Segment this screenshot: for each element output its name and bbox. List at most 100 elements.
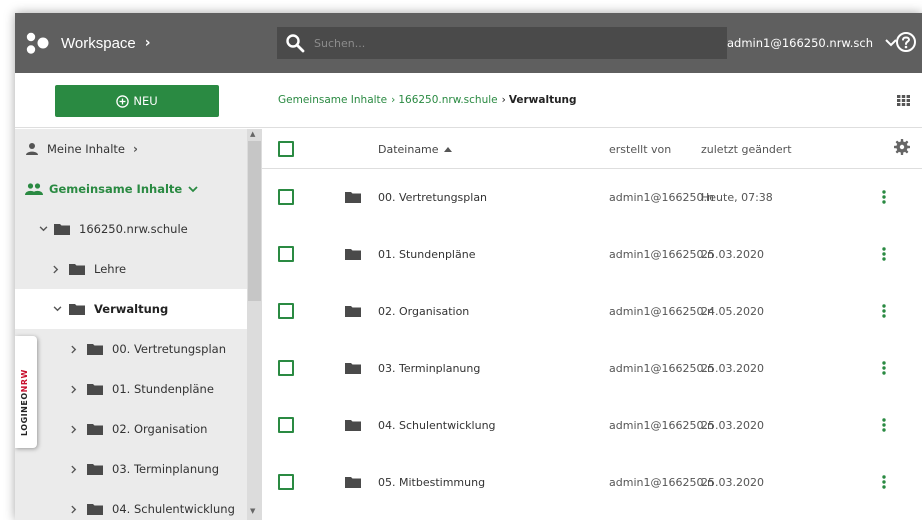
row-name[interactable]: 05. Mitbestimmung bbox=[378, 454, 485, 510]
row-name[interactable]: 01. Stundenpläne bbox=[378, 226, 475, 282]
file-table-body: 00. Vertretungsplan admin1@166250.n Heut… bbox=[262, 169, 922, 520]
breadcrumb-current: Verwaltung bbox=[508, 94, 577, 106]
workspace-logo-icon bbox=[26, 32, 49, 54]
folder-icon bbox=[87, 344, 103, 355]
kebab-menu-icon[interactable] bbox=[882, 361, 886, 375]
table-row[interactable]: 03. Terminplanung admin1@166250.n 25.03.… bbox=[262, 340, 922, 396]
new-button-label: NEU bbox=[133, 94, 158, 108]
scroll-down-icon[interactable]: ▼ bbox=[250, 507, 255, 515]
row-modified: 25.03.2020 bbox=[701, 418, 764, 432]
row-checkbox[interactable] bbox=[278, 474, 294, 490]
row-checkbox[interactable] bbox=[278, 360, 294, 376]
kebab-menu-icon[interactable] bbox=[882, 304, 886, 318]
chevron-right-icon: › bbox=[144, 35, 151, 51]
tree-item-label: 03. Terminplanung bbox=[112, 462, 220, 476]
row-creator: admin1@166250.n bbox=[609, 418, 714, 432]
row-modified: 25.03.2020 bbox=[701, 247, 764, 261]
tree-item-organisation[interactable]: 02. Organisation bbox=[15, 409, 247, 449]
row-modified: 25.03.2020 bbox=[701, 361, 764, 375]
tree-item-schulentwicklung[interactable]: 04. Schulentwicklung bbox=[15, 489, 247, 520]
folder-sidebar: Meine Inhalte › Gemeinsame Inhalte 16625… bbox=[15, 129, 262, 520]
search-bar bbox=[277, 27, 727, 59]
tree-item-label: Verwaltung bbox=[94, 302, 169, 316]
row-checkbox[interactable] bbox=[278, 189, 294, 205]
table-row[interactable]: 05. Mitbestimmung admin1@166250.n 25.03.… bbox=[262, 454, 922, 510]
chevron-right-icon bbox=[71, 505, 77, 513]
user-menu[interactable]: admin1@166250.nrw.sch bbox=[727, 27, 899, 59]
row-creator: admin1@166250.n bbox=[609, 475, 714, 489]
folder-icon bbox=[345, 249, 361, 260]
logineo-badge[interactable]: LOGINEONRW bbox=[15, 336, 37, 448]
kebab-menu-icon[interactable] bbox=[882, 475, 886, 489]
breadcrumb-school[interactable]: 166250.nrw.schule bbox=[398, 94, 497, 106]
sort-asc-icon bbox=[443, 146, 452, 152]
workspace-app: Workspace › admin1@166250.nrw.sch bbox=[15, 13, 922, 520]
row-checkbox[interactable] bbox=[278, 303, 294, 319]
table-row[interactable]: 04. Schulentwicklung admin1@166250.n 25.… bbox=[262, 397, 922, 453]
tree-item-label: 00. Vertretungsplan bbox=[112, 342, 226, 356]
folder-icon bbox=[345, 420, 361, 431]
action-bar: NEU Gemeinsame Inhalte › 166250.nrw.schu… bbox=[15, 73, 922, 128]
select-all-checkbox[interactable] bbox=[278, 141, 294, 157]
row-modified: 25.03.2020 bbox=[701, 475, 764, 489]
user-icon bbox=[26, 143, 38, 155]
row-modified: 24.05.2020 bbox=[701, 304, 764, 318]
scroll-thumb[interactable] bbox=[248, 141, 261, 301]
column-header-creator[interactable]: erstellt von bbox=[609, 129, 671, 169]
user-name: admin1@166250.nrw.sch bbox=[727, 36, 874, 50]
grid-view-icon[interactable] bbox=[897, 95, 910, 106]
row-checkbox[interactable] bbox=[278, 417, 294, 433]
row-creator: admin1@166250.n bbox=[609, 247, 714, 261]
tree-item-label: Lehre bbox=[94, 262, 127, 276]
folder-icon bbox=[345, 192, 361, 203]
row-checkbox[interactable] bbox=[278, 246, 294, 262]
folder-icon bbox=[87, 424, 103, 435]
column-header-label: Dateiname bbox=[378, 142, 439, 156]
folder-icon bbox=[87, 384, 103, 395]
row-creator: admin1@166250.n bbox=[609, 361, 714, 375]
column-header-name[interactable]: Dateiname bbox=[378, 129, 452, 169]
column-header-modified[interactable]: zuletzt geändert bbox=[701, 129, 792, 169]
tree-item-verwaltung[interactable]: Verwaltung bbox=[15, 289, 247, 329]
group-icon bbox=[25, 183, 43, 195]
chevron-right-icon bbox=[71, 465, 77, 473]
tree-item-terminplanung[interactable]: 03. Terminplanung bbox=[15, 449, 247, 489]
folder-icon bbox=[345, 306, 361, 317]
help-icon[interactable] bbox=[895, 31, 917, 53]
sidebar-item-label: Meine Inhalte bbox=[47, 142, 126, 156]
breadcrumb-separator: › bbox=[391, 94, 396, 106]
breadcrumb-separator: › bbox=[501, 94, 506, 106]
row-modified: Heute, 07:38 bbox=[701, 190, 773, 204]
sidebar-item-my-content[interactable]: Meine Inhalte › bbox=[15, 129, 247, 169]
table-row[interactable]: 00. Vertretungsplan admin1@166250.n Heut… bbox=[262, 169, 922, 225]
scroll-up-icon[interactable]: ▲ bbox=[250, 130, 255, 138]
workspace-menu[interactable]: Workspace › bbox=[15, 13, 262, 73]
tree-item-stundenplaene[interactable]: 01. Stundenpläne bbox=[15, 369, 247, 409]
kebab-menu-icon[interactable] bbox=[882, 418, 886, 432]
kebab-menu-icon[interactable] bbox=[882, 190, 886, 204]
tree-item-school[interactable]: 166250.nrw.schule bbox=[15, 209, 247, 249]
tree-item-label: 02. Organisation bbox=[112, 422, 208, 436]
tree-item-label: 04. Schulentwicklung bbox=[112, 502, 235, 516]
chevron-down-icon bbox=[39, 226, 48, 232]
tree-item-lehre[interactable]: Lehre bbox=[15, 249, 247, 289]
search-icon[interactable] bbox=[285, 33, 305, 53]
row-name[interactable]: 02. Organisation bbox=[378, 283, 469, 339]
row-name[interactable]: 00. Vertretungsplan bbox=[378, 169, 487, 225]
gear-icon[interactable] bbox=[894, 139, 910, 155]
table-row[interactable]: 02. Organisation admin1@166250.n 24.05.2… bbox=[262, 283, 922, 339]
select-all-cell bbox=[278, 129, 294, 169]
folder-icon bbox=[87, 504, 103, 515]
table-row[interactable]: 01. Stundenpläne admin1@166250.n 25.03.2… bbox=[262, 226, 922, 282]
tree-item-vertretungsplan[interactable]: 00. Vertretungsplan bbox=[15, 329, 247, 369]
row-name[interactable]: 04. Schulentwicklung bbox=[378, 397, 496, 453]
row-name[interactable]: 03. Terminplanung bbox=[378, 340, 480, 396]
chevron-right-icon: › bbox=[133, 142, 138, 156]
kebab-menu-icon[interactable] bbox=[882, 247, 886, 261]
new-button[interactable]: NEU bbox=[55, 85, 219, 117]
sidebar-scrollbar[interactable]: ▲ ▼ bbox=[247, 129, 262, 520]
search-input[interactable] bbox=[314, 36, 694, 50]
breadcrumb-shared-content[interactable]: Gemeinsame Inhalte bbox=[278, 94, 387, 106]
top-header: Workspace › admin1@166250.nrw.sch bbox=[15, 13, 922, 73]
sidebar-item-shared-content[interactable]: Gemeinsame Inhalte bbox=[15, 169, 247, 209]
